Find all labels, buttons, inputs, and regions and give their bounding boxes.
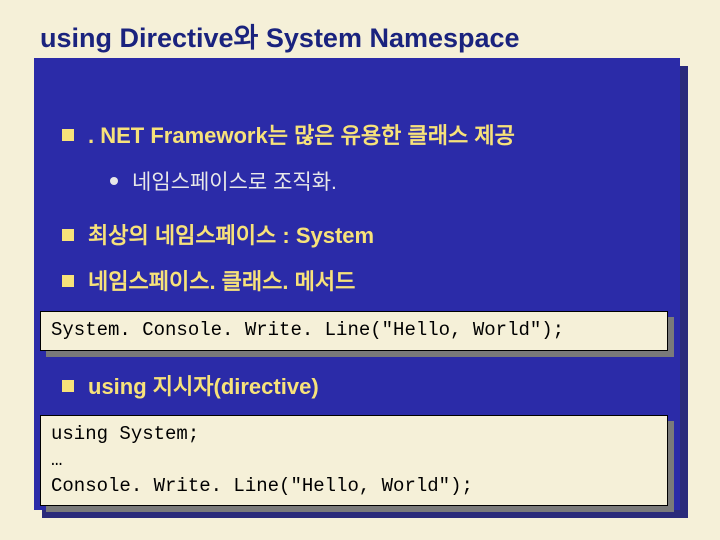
bullet-1: . NET Framework는 많은 유용한 클래스 제공 <box>62 122 660 151</box>
square-bullet-icon <box>62 380 74 392</box>
slide: using Directive와 System Namespace . NET … <box>0 0 720 540</box>
code-block-2-text: using System; … Console. Write. Line("He… <box>40 415 668 506</box>
square-bullet-icon <box>62 129 74 141</box>
bullet-2: 최상의 네임스페이스 : System <box>62 222 660 251</box>
code-block-2: using System; … Console. Write. Line("He… <box>40 415 668 506</box>
code-block-1: System. Console. Write. Line("Hello, Wor… <box>40 311 668 351</box>
bullet-3-text: 네임스페이스. 클래스. 메서드 <box>88 268 355 297</box>
square-bullet-icon <box>62 275 74 287</box>
bullet-3: 네임스페이스. 클래스. 메서드 <box>62 268 660 297</box>
slide-title: using Directive와 System Namespace <box>0 0 720 67</box>
subbullet-1: 네임스페이스로 조직화. <box>110 169 660 196</box>
bullet-1-text: . NET Framework는 많은 유용한 클래스 제공 <box>88 122 515 151</box>
bullet-4-text: using 지시자(directive) <box>88 373 319 402</box>
subbullet-1-text: 네임스페이스로 조직화. <box>132 169 337 196</box>
bullet-2-text: 최상의 네임스페이스 : System <box>88 222 374 251</box>
bullet-4: using 지시자(directive) <box>62 373 660 402</box>
square-bullet-icon <box>62 229 74 241</box>
dot-bullet-icon <box>110 177 118 185</box>
code-block-1-text: System. Console. Write. Line("Hello, Wor… <box>40 311 668 351</box>
content-panel: . NET Framework는 많은 유용한 클래스 제공 네임스페이스로 조… <box>34 58 680 510</box>
